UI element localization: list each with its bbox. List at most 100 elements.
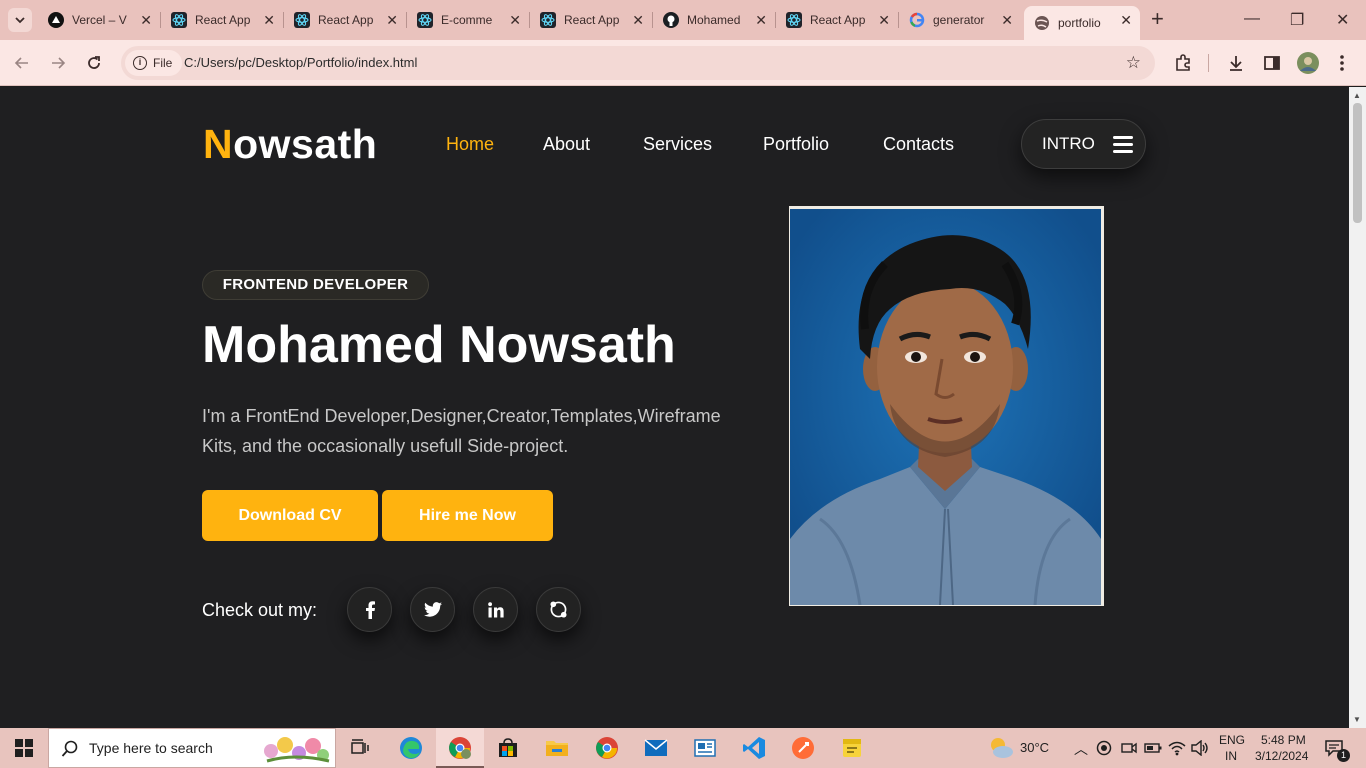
close-icon[interactable]: ✕	[263, 12, 275, 29]
taskbar-sticky-notes[interactable]	[840, 736, 864, 760]
nav-services[interactable]: Services	[643, 134, 712, 155]
minimize-button[interactable]: —	[1244, 10, 1260, 28]
taskbar-chrome[interactable]	[595, 736, 619, 760]
taskbar-mail[interactable]	[644, 736, 668, 760]
react-icon	[294, 12, 310, 28]
taskbar-chrome-profile[interactable]	[448, 736, 472, 760]
tab-react-app-4[interactable]: React App ✕	[776, 6, 898, 34]
tab-search-button[interactable]	[8, 8, 32, 32]
volume-icon[interactable]	[1190, 736, 1210, 760]
close-icon[interactable]: ✕	[878, 12, 890, 29]
tab-title: E-comme	[441, 13, 493, 27]
close-icon[interactable]: ✕	[509, 12, 521, 29]
clock-date[interactable]: 3/12/2024	[1255, 749, 1308, 763]
role-badge: FRONTEND DEVELOPER	[202, 270, 429, 300]
downloads-button[interactable]	[1225, 52, 1247, 74]
tab-react-app-3[interactable]: React App ✕	[530, 6, 652, 34]
new-tab-button[interactable]: +	[1151, 8, 1164, 30]
reload-button[interactable]	[83, 52, 105, 74]
taskbar-file-explorer[interactable]	[545, 736, 569, 760]
url-text[interactable]: C:/Users/pc/Desktop/Portfolio/index.html	[184, 55, 417, 70]
notification-center-button[interactable]: 1	[1322, 736, 1350, 762]
close-window-button[interactable]: ✕	[1336, 10, 1349, 30]
site-info-chip[interactable]: i File	[125, 50, 183, 76]
weather-partly-cloudy-icon	[991, 738, 1013, 758]
battery-icon[interactable]	[1143, 736, 1163, 760]
tab-portfolio-active[interactable]: portfolio ✕	[1024, 6, 1140, 40]
taskbar-edge[interactable]	[399, 736, 423, 760]
scroll-up-icon[interactable]: ▲	[1353, 91, 1361, 100]
portfolio-page: Nowsath Home About Services Portfolio Co…	[0, 87, 1349, 728]
language-top[interactable]: ENG	[1219, 733, 1245, 747]
react-icon	[171, 12, 187, 28]
site-logo[interactable]: Nowsath	[203, 121, 377, 168]
linkedin-icon	[487, 601, 504, 617]
close-icon[interactable]: ✕	[1120, 12, 1132, 29]
bookmark-star-icon[interactable]: ☆	[1126, 53, 1141, 73]
scroll-down-icon[interactable]: ▼	[1353, 715, 1361, 724]
forward-button[interactable]	[47, 52, 69, 74]
vercel-icon	[48, 12, 64, 28]
close-icon[interactable]: ✕	[140, 12, 152, 29]
facebook-link[interactable]	[347, 587, 392, 632]
tab-vercel[interactable]: Vercel – V ✕	[38, 6, 160, 34]
profile-avatar[interactable]	[1297, 52, 1319, 74]
tab-google-generator[interactable]: generator ✕	[899, 6, 1021, 34]
close-icon[interactable]: ✕	[755, 12, 767, 29]
tray-meet-icon[interactable]	[1119, 736, 1139, 760]
linkedin-link[interactable]	[473, 587, 518, 632]
close-icon[interactable]: ✕	[632, 12, 644, 29]
taskbar-news[interactable]	[693, 736, 717, 760]
weather-temp[interactable]: 30°C	[1020, 740, 1049, 755]
taskbar-postman[interactable]	[791, 736, 815, 760]
close-icon[interactable]: ✕	[386, 12, 398, 29]
download-cv-button[interactable]: Download CV	[202, 490, 378, 541]
chrome-icon	[596, 737, 618, 759]
check-out-label: Check out my:	[202, 600, 318, 620]
task-view-icon	[351, 739, 369, 754]
react-icon	[786, 12, 802, 28]
extensions-button[interactable]	[1172, 52, 1194, 74]
tab-title: generator	[933, 13, 985, 27]
taskbar-store[interactable]	[496, 736, 520, 760]
tab-title: portfolio	[1058, 16, 1101, 30]
tab-react-app-2[interactable]: React App ✕	[284, 6, 406, 34]
nav-home[interactable]: Home	[446, 134, 494, 155]
taskbar-vscode[interactable]	[742, 736, 766, 760]
tray-media-icon[interactable]	[1094, 736, 1114, 760]
address-bar[interactable]: i File C:/Users/pc/Desktop/Portfolio/ind…	[121, 46, 1155, 80]
taskbar-search-box[interactable]: Type here to search	[48, 728, 336, 768]
tab-react-app-1[interactable]: React App ✕	[161, 6, 283, 34]
nav-contacts[interactable]: Contacts	[883, 134, 954, 155]
flowers-illustration-icon	[264, 737, 330, 763]
scroll-thumb[interactable]	[1353, 103, 1362, 223]
twitter-link[interactable]	[410, 587, 455, 632]
clock-time[interactable]: 5:48 PM	[1261, 733, 1306, 747]
tab-ecommerce[interactable]: E-comme ✕	[407, 6, 529, 34]
task-view-button[interactable]	[348, 736, 372, 760]
intro-menu-button[interactable]: INTRO	[1021, 119, 1146, 169]
hamburger-icon	[1112, 135, 1133, 153]
show-hidden-icons-chevron-icon[interactable]: ︿	[1074, 739, 1088, 759]
page-scrollbar[interactable]: ▲ ▼	[1349, 87, 1366, 728]
skype-link[interactable]	[536, 587, 581, 632]
tab-github[interactable]: Mohamed ✕	[653, 6, 775, 34]
start-button[interactable]	[12, 736, 36, 760]
weather-widget[interactable]	[987, 736, 1015, 760]
language-bottom[interactable]: IN	[1225, 749, 1237, 763]
nav-about[interactable]: About	[543, 134, 590, 155]
nav-portfolio[interactable]: Portfolio	[763, 134, 829, 155]
github-icon	[663, 12, 679, 28]
close-icon[interactable]: ✕	[1001, 12, 1013, 29]
browser-menu-button[interactable]	[1331, 52, 1353, 74]
hire-me-button[interactable]: Hire me Now	[382, 490, 553, 541]
restore-button[interactable]: ❐	[1290, 10, 1304, 30]
info-icon: i	[133, 56, 147, 70]
wifi-icon[interactable]	[1167, 736, 1187, 760]
side-panel-button[interactable]	[1261, 52, 1283, 74]
react-icon	[417, 12, 433, 28]
windows-logo-icon	[15, 739, 33, 757]
reload-icon	[88, 56, 100, 69]
arrow-right-icon	[52, 57, 66, 69]
back-button[interactable]	[11, 52, 33, 74]
